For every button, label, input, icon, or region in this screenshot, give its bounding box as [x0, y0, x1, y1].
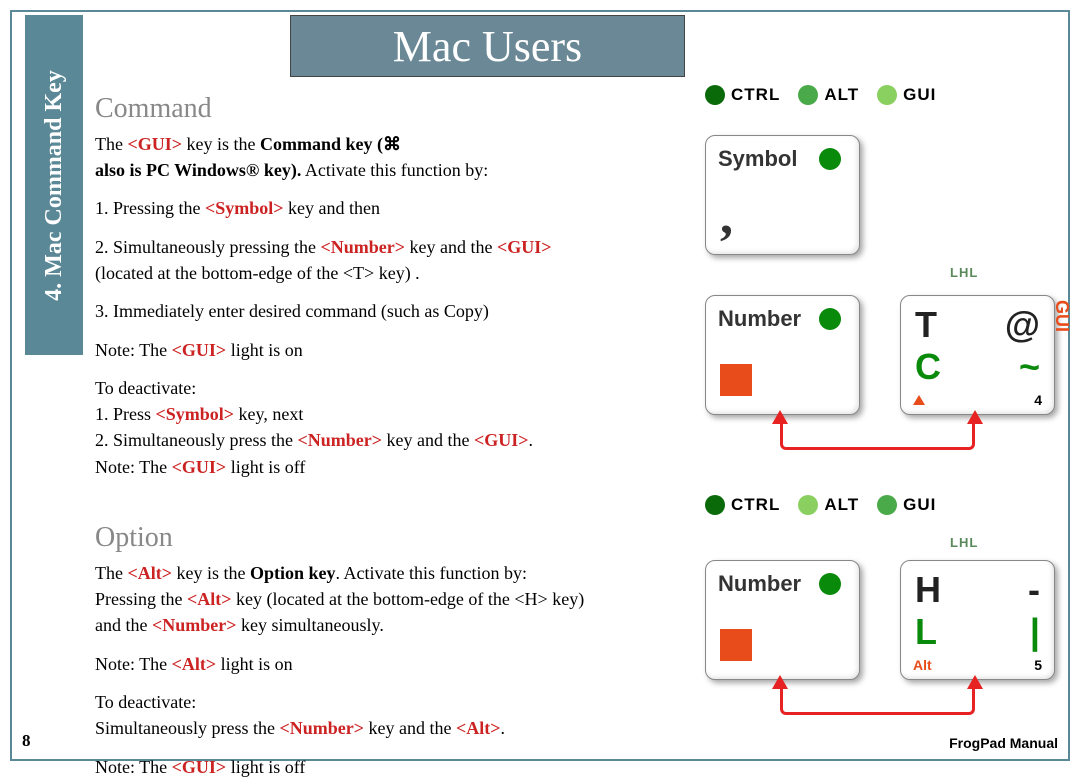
led-dot-icon	[798, 495, 818, 515]
title-banner: Mac Users	[290, 15, 685, 77]
command-heading: Command	[95, 90, 650, 128]
green-dot-icon	[819, 308, 841, 330]
option-note-1: Note: The <Alt> light is on	[95, 652, 650, 676]
orange-square-icon	[720, 364, 752, 396]
led-dot-icon	[798, 85, 818, 105]
led-dot-icon	[877, 495, 897, 515]
led-dot-icon	[705, 495, 725, 515]
arrow-connector-1	[780, 420, 975, 450]
key-number-2: Number	[705, 560, 860, 680]
arrow-head-icon	[967, 410, 983, 424]
page-title: Mac Users	[393, 21, 582, 72]
command-d2: 2. Simultaneously press the <Number> key…	[95, 428, 650, 452]
key-h: H- L| Alt5	[900, 560, 1055, 680]
arrow-head-icon	[967, 675, 983, 689]
command-step-2: 2. Simultaneously pressing the <Number> …	[95, 235, 650, 259]
led-alt: ALT	[798, 85, 859, 105]
option-deactivate: To deactivate:	[95, 690, 650, 714]
triangle-icon	[913, 395, 925, 405]
green-dot-icon	[819, 573, 841, 595]
lhl-label-1: LHL	[950, 265, 978, 280]
option-heading: Option	[95, 519, 650, 557]
command-d1: 1. Press <Symbol> key, next	[95, 402, 650, 426]
led-gui-2: GUI	[877, 495, 936, 515]
led-ctrl: CTRL	[705, 85, 780, 105]
key-number-1: Number	[705, 295, 860, 415]
arrow-connector-2	[780, 685, 975, 715]
option-diagram: CTRL ALT GUI	[700, 495, 1060, 530]
option-line-2: Pressing the <Alt> key (located at the b…	[95, 587, 650, 611]
option-line-3: and the <Number> key simultaneously.	[95, 613, 650, 637]
command-intro-2: also is PC Windows® key). Activate this …	[95, 158, 650, 182]
option-d1: Simultaneously press the <Number> key an…	[95, 716, 650, 740]
led-gui: GUI	[877, 85, 936, 105]
led-row-2: CTRL ALT GUI	[705, 495, 1060, 515]
command-step-2b: (located at the bottom-edge of the <T> k…	[95, 261, 650, 285]
key-t: T@ C~ 4	[900, 295, 1055, 415]
led-dot-icon	[877, 85, 897, 105]
page-number: 8	[22, 731, 31, 751]
command-step-3: 3. Immediately enter desired command (su…	[95, 299, 650, 323]
command-deactivate: To deactivate:	[95, 376, 650, 400]
sidebar-label: 4. Mac Command Key	[41, 70, 68, 301]
gui-side-label: GUI	[1051, 300, 1072, 332]
orange-square-icon	[720, 629, 752, 661]
led-ctrl-2: CTRL	[705, 495, 780, 515]
command-note-2: Note: The <GUI> light is off	[95, 455, 650, 479]
option-note-2: Note: The <GUI> light is off	[95, 755, 650, 779]
option-intro-1: The <Alt> key is the Option key. Activat…	[95, 561, 650, 585]
command-intro-1: The <GUI> key is the Command key (⌘	[95, 132, 650, 156]
led-dot-icon	[705, 85, 725, 105]
command-note-1: Note: The <GUI> light is on	[95, 338, 650, 362]
footer-label: FrogPad Manual	[949, 735, 1058, 751]
command-step-1: 1. Pressing the <Symbol> key and then	[95, 196, 650, 220]
lhl-label-2: LHL	[950, 535, 978, 550]
led-row-1: CTRL ALT GUI	[705, 85, 1060, 105]
led-alt-2: ALT	[798, 495, 859, 515]
command-diagram: CTRL ALT GUI	[700, 85, 1060, 120]
arrow-head-icon	[772, 675, 788, 689]
arrow-head-icon	[772, 410, 788, 424]
sidebar-tab: 4. Mac Command Key	[25, 15, 83, 355]
green-dot-icon	[819, 148, 841, 170]
main-content: Command The <GUI> key is the Command key…	[95, 90, 650, 781]
key-symbol: Symbol ,	[705, 135, 860, 255]
